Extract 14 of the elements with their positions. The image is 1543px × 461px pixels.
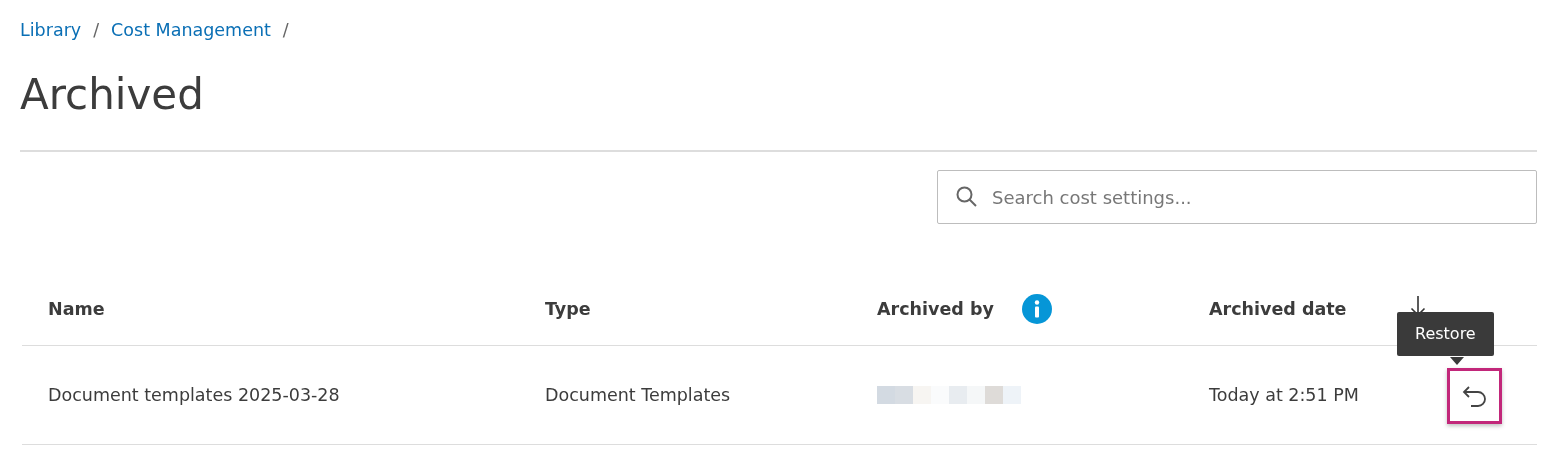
table-cell-text: Today at 2:51 PM — [1209, 384, 1359, 408]
column-header: Name — [48, 297, 105, 321]
breadcrumb-link[interactable]: Cost Management — [111, 16, 271, 44]
table-cell-text: Document templates 2025-03-28 — [48, 384, 340, 408]
tooltip: Restore — [1397, 312, 1494, 357]
breadcrumb-link[interactable]: Library — [20, 16, 82, 44]
table-cell-text: Document Templates — [545, 384, 731, 408]
search-field[interactable]: Search cost settings... — [937, 170, 1537, 225]
column-header: Type — [545, 297, 591, 321]
column-header: Archived date — [1209, 297, 1347, 321]
page-title: Archived — [20, 70, 205, 121]
breadcrumb-separator: / — [282, 18, 289, 42]
column-header: Archived by — [877, 297, 994, 321]
breadcrumb-separator: / — [93, 18, 100, 42]
